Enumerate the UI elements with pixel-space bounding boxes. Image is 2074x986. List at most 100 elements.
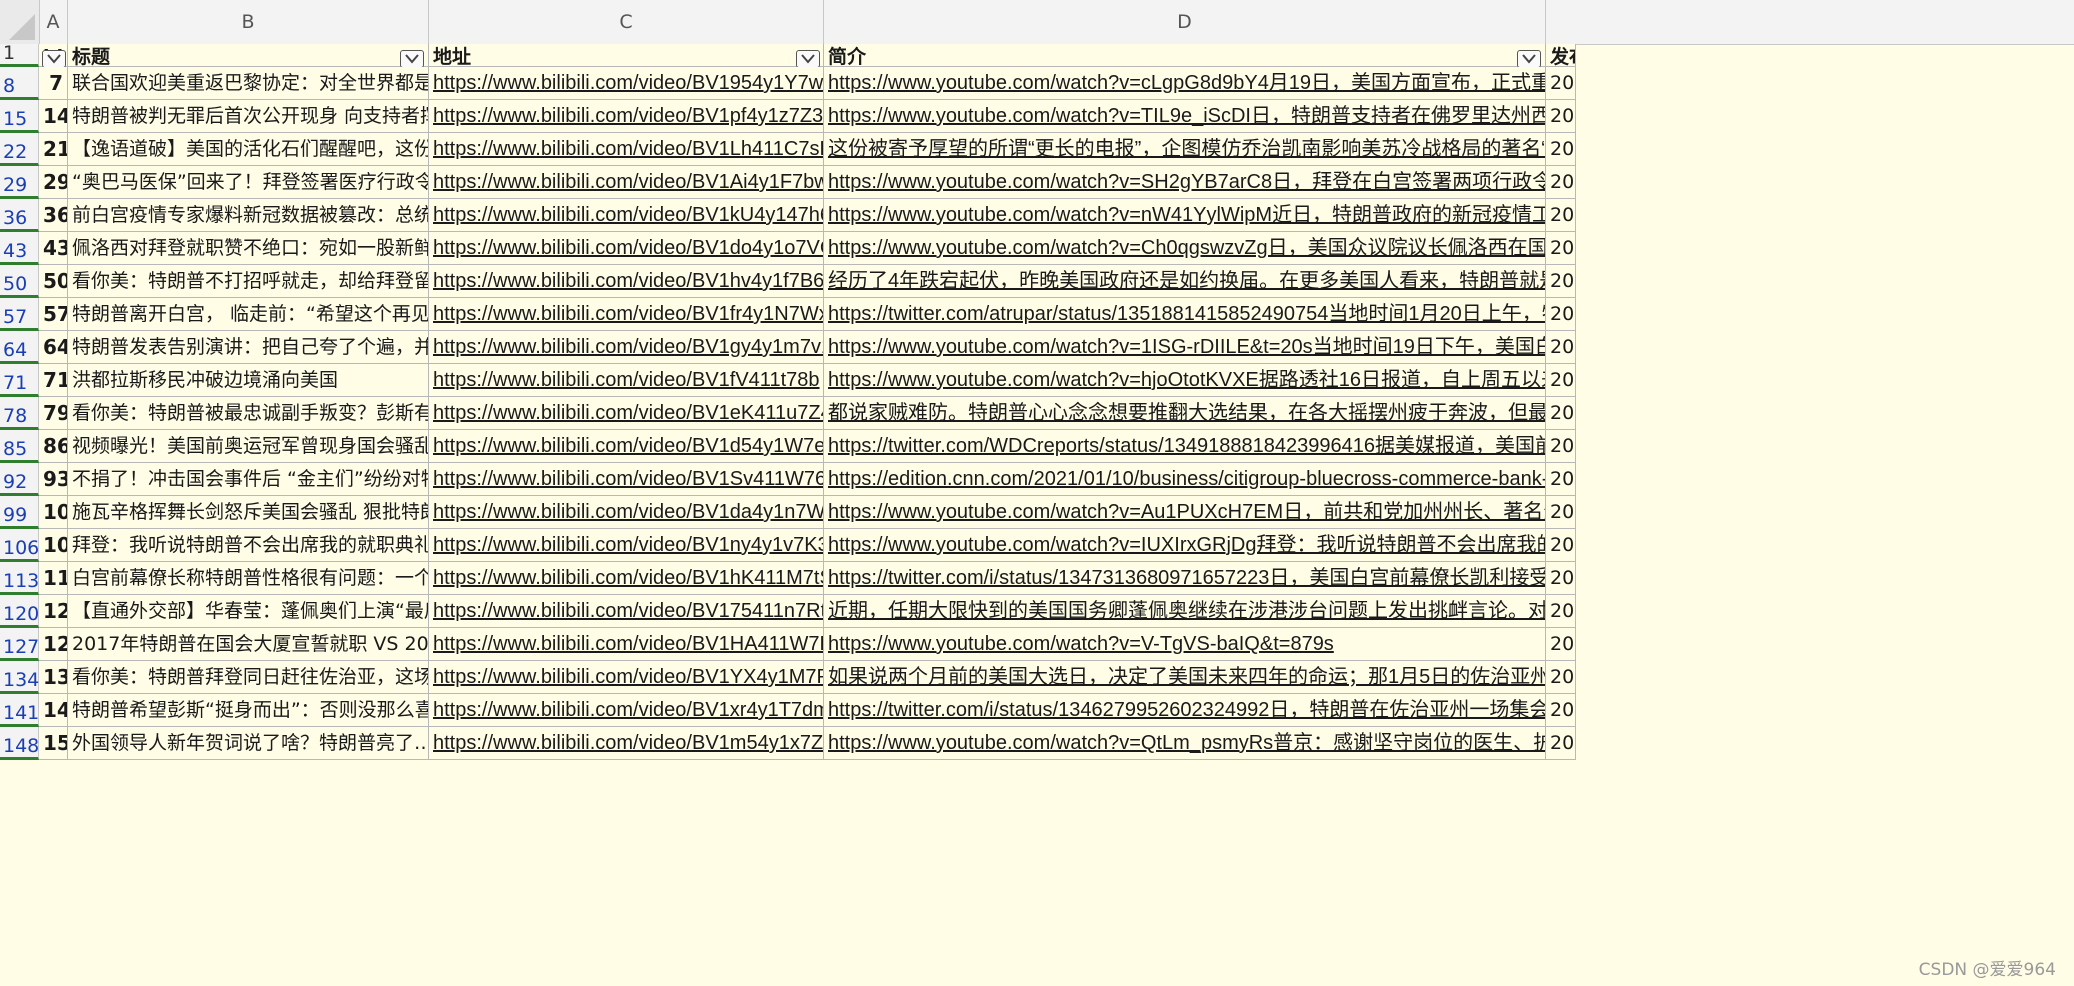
row-header[interactable]: 50 bbox=[0, 265, 39, 298]
select-all-corner[interactable] bbox=[0, 0, 40, 44]
row-header[interactable]: 120 bbox=[0, 595, 39, 628]
column-header-b[interactable]: B bbox=[68, 0, 429, 44]
cell-id[interactable]: 64 bbox=[39, 331, 68, 364]
cell-title[interactable]: 拜登：我听说特朗普不会出席我的就职典礼，真是太好 bbox=[68, 529, 429, 562]
cell-id[interactable]: 57 bbox=[39, 298, 68, 331]
row-header[interactable]: 78 bbox=[0, 397, 39, 430]
cell-desc[interactable]: 如果说两个月前的美国大选日，决定了美国未来四年的命运；那1月5日的佐治亚州参议员… bbox=[824, 661, 1546, 694]
cell-id[interactable]: 43 bbox=[39, 232, 68, 265]
column-header-d[interactable]: D bbox=[824, 0, 1546, 44]
cell-url[interactable]: https://www.bilibili.com/video/BV1YX4y1M… bbox=[429, 661, 824, 694]
cell-url[interactable]: https://www.bilibili.com/video/BV1do4y1o… bbox=[429, 232, 824, 265]
cell-e[interactable]: 20 bbox=[1546, 331, 1576, 364]
cell-url[interactable]: https://www.bilibili.com/video/BV1hv4y1f… bbox=[429, 265, 824, 298]
row-header[interactable]: 57 bbox=[0, 298, 39, 331]
cell-url[interactable]: https://www.bilibili.com/video/BV1ny4y1v… bbox=[429, 529, 824, 562]
cell-title[interactable]: 【逸语道破】美国的活化石们醒醒吧，这份“更长的电报” bbox=[68, 133, 429, 166]
cell-title[interactable]: 特朗普希望彭斯“挺身而出”：否则没那么喜欢你了哦 bbox=[68, 694, 429, 727]
cell-id[interactable]: 114 bbox=[39, 562, 68, 595]
cell-url[interactable]: https://www.bilibili.com/video/BV1Ai4y1F… bbox=[429, 166, 824, 199]
header-extra[interactable]: 发布 bbox=[1546, 44, 1576, 67]
cell-url[interactable]: https://www.bilibili.com/video/BV1eK411u… bbox=[429, 397, 824, 430]
cell-url[interactable]: https://www.bilibili.com/video/BV1Lh411C… bbox=[429, 133, 824, 166]
cell-title[interactable]: 前白宫疫情专家爆料新冠数据被篡改：总统拿到的数据 bbox=[68, 199, 429, 232]
cell-url[interactable]: https://www.bilibili.com/video/BV1954y1Y… bbox=[429, 67, 824, 100]
cell-url[interactable]: https://www.bilibili.com/video/BV1hK411M… bbox=[429, 562, 824, 595]
row-header[interactable]: 92 bbox=[0, 463, 39, 496]
cell-title[interactable]: 看你美：特朗普不打招呼就走，却给拜登留下“MAGA” bbox=[68, 265, 429, 298]
cell-id[interactable]: 29 bbox=[39, 166, 68, 199]
cell-title[interactable]: 特朗普被判无罪后首次公开现身 向支持者挥手致意 bbox=[68, 100, 429, 133]
cell-url[interactable]: https://www.bilibili.com/video/BV1d54y1W… bbox=[429, 430, 824, 463]
row-header[interactable]: 8 bbox=[0, 67, 39, 100]
cell-desc[interactable]: https://www.youtube.com/watch?v=cLgpG8d9… bbox=[824, 67, 1546, 100]
cell-id[interactable]: 50 bbox=[39, 265, 68, 298]
cell-e[interactable]: 20 bbox=[1546, 232, 1576, 265]
row-header[interactable]: 64 bbox=[0, 331, 39, 364]
row-header[interactable]: 36 bbox=[0, 199, 39, 232]
cell-id[interactable]: 79 bbox=[39, 397, 68, 430]
cell-e[interactable]: 20 bbox=[1546, 133, 1576, 166]
cell-id[interactable]: 150 bbox=[39, 727, 68, 760]
cell-e[interactable]: 20 bbox=[1546, 628, 1576, 661]
cell-e[interactable]: 20 bbox=[1546, 265, 1576, 298]
cell-e[interactable]: 20 bbox=[1546, 562, 1576, 595]
row-header[interactable]: 127 bbox=[0, 628, 39, 661]
cell-desc[interactable]: https://twitter.com/atrupar/status/13518… bbox=[824, 298, 1546, 331]
cell-title[interactable]: 洪都拉斯移民冲破边境涌向美国 bbox=[68, 364, 429, 397]
cell-e[interactable]: 20 bbox=[1546, 67, 1576, 100]
cell-id[interactable]: 7 bbox=[39, 67, 68, 100]
cell-id[interactable]: 71 bbox=[39, 364, 68, 397]
filter-button-desc[interactable] bbox=[1517, 50, 1541, 68]
row-header[interactable]: 141 bbox=[0, 694, 39, 727]
cell-title[interactable]: 视频曝光！美国前奥运冠军曾现身国会骚乱现场 bbox=[68, 430, 429, 463]
cell-id[interactable]: 136 bbox=[39, 661, 68, 694]
cell-desc[interactable]: 经历了4年跌宕起伏，昨晚美国政府还是如约换届。在更多美国人看来，特朗普就是癌症，… bbox=[824, 265, 1546, 298]
cell-e[interactable]: 20 bbox=[1546, 595, 1576, 628]
row-header[interactable]: 113 bbox=[0, 562, 39, 595]
cell-desc[interactable]: 这份被寄予厚望的所谓“更长的电报”，企图模仿乔治凯南影响美苏冷战格局的著名“长电… bbox=[824, 133, 1546, 166]
cell-url[interactable]: https://www.bilibili.com/video/BV1pf4y1z… bbox=[429, 100, 824, 133]
cell-id[interactable]: 93 bbox=[39, 463, 68, 496]
cell-id[interactable]: 107 bbox=[39, 529, 68, 562]
cell-title[interactable]: 看你美：特朗普拜登同日赶往佐治亚，这场决战为何两 bbox=[68, 661, 429, 694]
cell-title[interactable]: “奥巴马医保”回来了！拜登签署医疗行政令：消除特朗 bbox=[68, 166, 429, 199]
filter-button-title[interactable] bbox=[400, 50, 424, 68]
cell-url[interactable]: https://www.bilibili.com/video/BV175411n… bbox=[429, 595, 824, 628]
cell-title[interactable]: 联合国欢迎美重返巴黎协定：对全世界都是好消息 bbox=[68, 67, 429, 100]
row-header-1[interactable]: 1 bbox=[0, 42, 39, 67]
column-header-c[interactable]: C bbox=[429, 0, 824, 44]
cell-id[interactable]: 36 bbox=[39, 199, 68, 232]
cell-e[interactable]: 20 bbox=[1546, 430, 1576, 463]
row-header[interactable]: 134 bbox=[0, 661, 39, 694]
cell-e[interactable]: 20 bbox=[1546, 199, 1576, 232]
filter-button-url[interactable] bbox=[796, 50, 820, 68]
cell-title[interactable]: 看你美：特朗普被最忠诚副手叛变？彭斯有不得不说的 bbox=[68, 397, 429, 430]
cell-url[interactable]: https://www.bilibili.com/video/BV1Sv411W… bbox=[429, 463, 824, 496]
row-header[interactable]: 22 bbox=[0, 133, 39, 166]
cell-desc[interactable]: https://www.youtube.com/watch?v=nW41YylW… bbox=[824, 199, 1546, 232]
header-url[interactable]: 地址 bbox=[429, 44, 824, 67]
cell-id[interactable]: 21 bbox=[39, 133, 68, 166]
cell-e[interactable]: 20 bbox=[1546, 100, 1576, 133]
cell-desc[interactable]: https://www.youtube.com/watch?v=Ch0qgswz… bbox=[824, 232, 1546, 265]
cell-url[interactable]: https://www.bilibili.com/video/BV1gy4y1m… bbox=[429, 331, 824, 364]
cell-id[interactable]: 100 bbox=[39, 496, 68, 529]
cell-e[interactable]: 20 bbox=[1546, 397, 1576, 430]
row-header[interactable]: 106 bbox=[0, 529, 39, 562]
cell-id[interactable]: 121 bbox=[39, 595, 68, 628]
header-title[interactable]: 标题 bbox=[68, 44, 429, 67]
cell-url[interactable]: https://www.bilibili.com/video/BV1fr4y1N… bbox=[429, 298, 824, 331]
header-desc[interactable]: 简介 bbox=[824, 44, 1546, 67]
column-header-a[interactable]: A bbox=[39, 0, 68, 44]
cell-desc[interactable]: https://www.youtube.com/watch?v=V-TgVS-b… bbox=[824, 628, 1546, 661]
cell-desc[interactable]: https://www.youtube.com/watch?v=SH2gYB7a… bbox=[824, 166, 1546, 199]
cell-desc[interactable]: 都说家贼难防。特朗普心心念念想要推翻大选结果，在各大摇摆州疲于奔波，但最终给自己… bbox=[824, 397, 1546, 430]
cell-title[interactable]: 白宫前幕僚长称特朗普性格很有问题：一个非常有缺陷 bbox=[68, 562, 429, 595]
cell-title[interactable]: 外国领导人新年贺词说了啥？特朗普亮了…… bbox=[68, 727, 429, 760]
row-header[interactable]: 148 bbox=[0, 727, 39, 760]
cell-title[interactable]: 特朗普发表告别演讲：把自己夸了个遍，并谴责国会骚 bbox=[68, 331, 429, 364]
cell-e[interactable]: 20 bbox=[1546, 298, 1576, 331]
cell-desc[interactable]: https://www.youtube.com/watch?v=hjoOtotK… bbox=[824, 364, 1546, 397]
row-header[interactable]: 29 bbox=[0, 166, 39, 199]
